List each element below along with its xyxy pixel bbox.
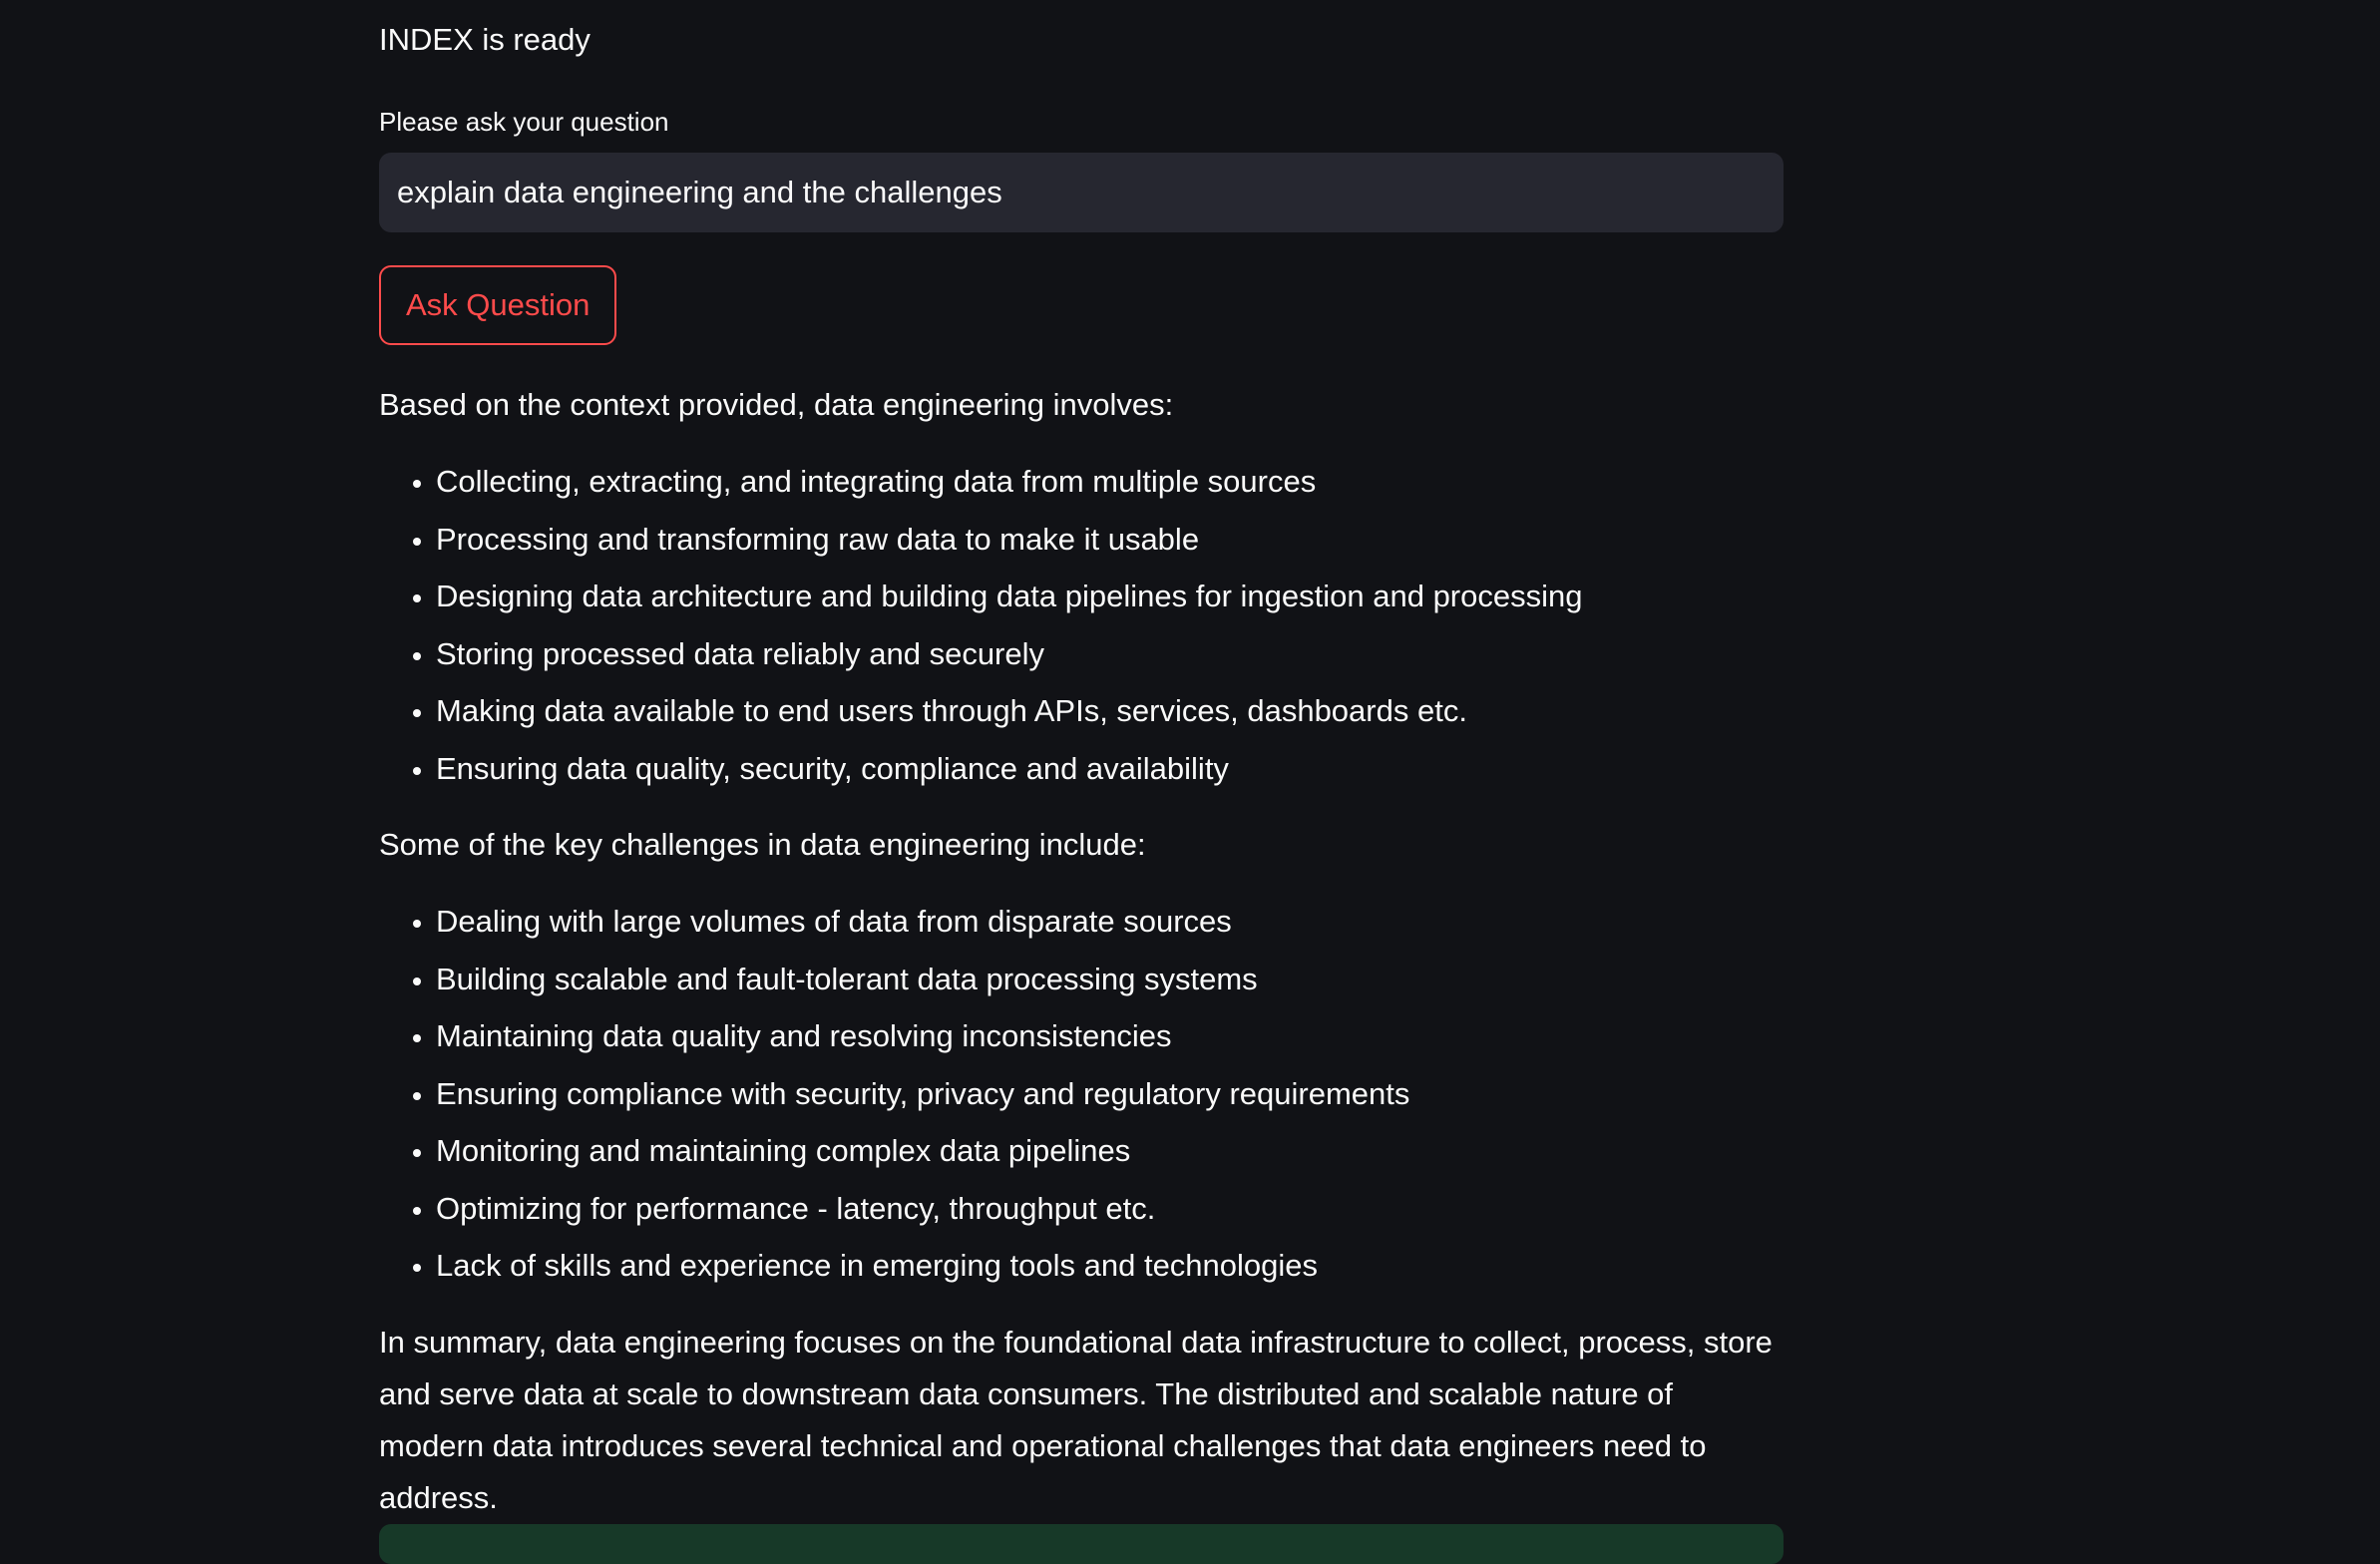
list-item: Ensuring data quality, security, complia…	[436, 740, 1784, 798]
list-item: Ensuring compliance with security, priva…	[436, 1065, 1784, 1123]
list-item: Monitoring and maintaining complex data …	[436, 1122, 1784, 1180]
answer-summary: In summary, data engineering focuses on …	[379, 1324, 1773, 1515]
answer-intro: Based on the context provided, data engi…	[379, 387, 1174, 422]
answer-block: Based on the context provided, data engi…	[379, 379, 1784, 1524]
challenges-intro: Some of the key challenges in data engin…	[379, 827, 1146, 862]
list-item: Optimizing for performance - latency, th…	[436, 1180, 1784, 1238]
ask-question-button[interactable]: Ask Question	[379, 265, 617, 345]
list-item: Maintaining data quality and resolving i…	[436, 1007, 1784, 1065]
question-label: Please ask your question	[379, 107, 669, 137]
list-item: Designing data architecture and building…	[436, 568, 1784, 625]
question-input[interactable]	[379, 153, 1784, 232]
success-alert-edge	[379, 1524, 1784, 1564]
list-item: Dealing with large volumes of data from …	[436, 893, 1784, 951]
list-item: Processing and transforming raw data to …	[436, 511, 1784, 569]
list-item: Storing processed data reliably and secu…	[436, 625, 1784, 683]
list-item: Lack of skills and experience in emergin…	[436, 1237, 1784, 1295]
challenges-list: Dealing with large volumes of data from …	[379, 893, 1784, 1295]
list-item: Collecting, extracting, and integrating …	[436, 453, 1784, 511]
index-status-text: INDEX is ready	[379, 22, 591, 57]
involves-list: Collecting, extracting, and integrating …	[379, 453, 1784, 797]
list-item: Building scalable and fault-tolerant dat…	[436, 951, 1784, 1008]
list-item: Making data available to end users throu…	[436, 682, 1784, 740]
